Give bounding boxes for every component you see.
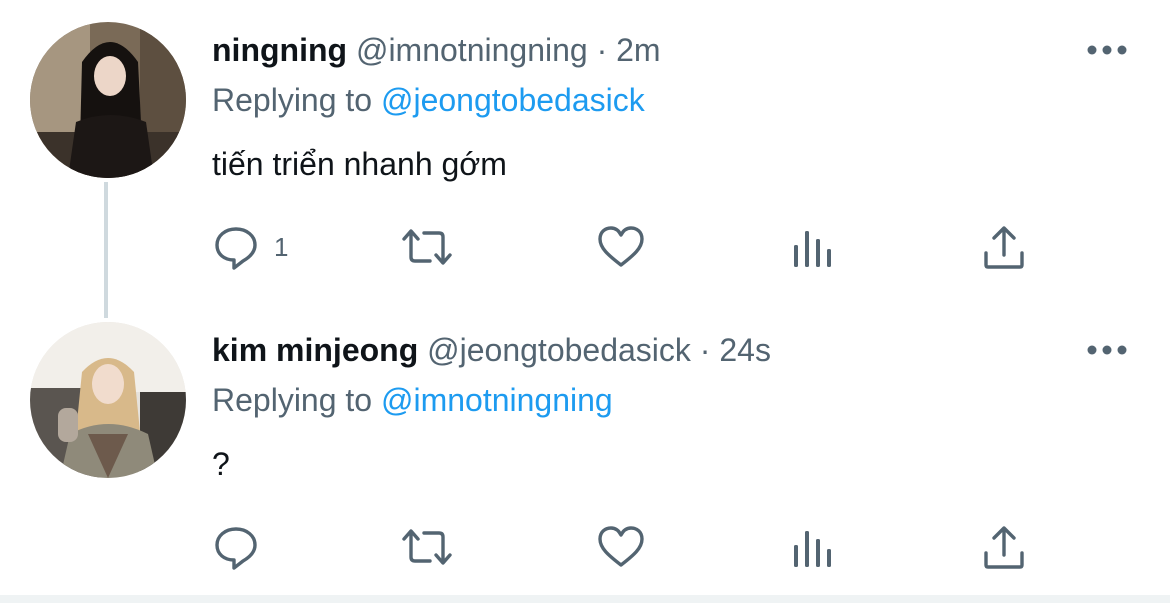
views-icon	[794, 531, 831, 567]
retweet-button[interactable]	[398, 522, 456, 572]
timestamp[interactable]: 24s	[719, 332, 771, 368]
retweet-icon	[402, 529, 452, 565]
reply-button[interactable]	[212, 522, 274, 572]
reply-icon	[215, 227, 257, 270]
share-button[interactable]	[982, 522, 1026, 572]
replying-to: Replying to @imnotningning	[212, 378, 613, 422]
more-icon[interactable]	[1086, 338, 1128, 362]
more-icon[interactable]	[1086, 38, 1128, 62]
tweet[interactable]: kim minjeong @jeongtobedasick · 24s Repl…	[0, 300, 1170, 600]
separator-dot: ·	[596, 32, 608, 68]
like-button[interactable]	[596, 222, 646, 272]
views-button[interactable]	[790, 522, 834, 572]
views-icon	[794, 231, 831, 267]
replying-to: Replying to @jeongtobedasick	[212, 78, 645, 122]
like-icon	[598, 226, 644, 267]
replying-to-mention[interactable]: @jeongtobedasick	[381, 82, 645, 118]
user-handle[interactable]: @imnotningning	[356, 32, 588, 68]
like-button[interactable]	[596, 522, 646, 572]
retweet-button[interactable]	[398, 222, 456, 272]
reply-icon	[215, 527, 257, 570]
display-name[interactable]: kim minjeong	[212, 332, 418, 368]
tweet-header: ningning @imnotningning · 2m	[212, 28, 661, 72]
retweet-icon	[402, 229, 452, 265]
replying-to-label: Replying to	[212, 82, 381, 118]
tweet-text: tiến triển nhanh gớm	[212, 146, 507, 182]
reply-thread: ningning @imnotningning · 2m Replying to…	[0, 0, 1170, 603]
display-name[interactable]: ningning	[212, 32, 347, 68]
separator-dot: ·	[699, 332, 711, 368]
tweet[interactable]: ningning @imnotningning · 2m Replying to…	[0, 0, 1170, 300]
tweet-actions: 1	[212, 222, 1072, 272]
share-button[interactable]	[982, 222, 1026, 272]
views-button[interactable]	[790, 222, 834, 272]
user-handle[interactable]: @jeongtobedasick	[427, 332, 691, 368]
tweet-header: kim minjeong @jeongtobedasick · 24s	[212, 328, 771, 372]
tweet-text: ?	[212, 446, 230, 482]
reply-count: 1	[274, 231, 289, 262]
share-icon	[984, 226, 1024, 269]
like-icon	[598, 526, 644, 567]
share-icon	[984, 526, 1024, 569]
replying-to-mention[interactable]: @imnotningning	[381, 382, 613, 418]
bottom-divider	[0, 595, 1170, 603]
avatar[interactable]	[30, 322, 186, 478]
avatar[interactable]	[30, 22, 186, 178]
replying-to-label: Replying to	[212, 382, 381, 418]
timestamp[interactable]: 2m	[616, 32, 660, 68]
tweet-actions	[212, 522, 1072, 572]
reply-button[interactable]: 1	[212, 222, 288, 272]
